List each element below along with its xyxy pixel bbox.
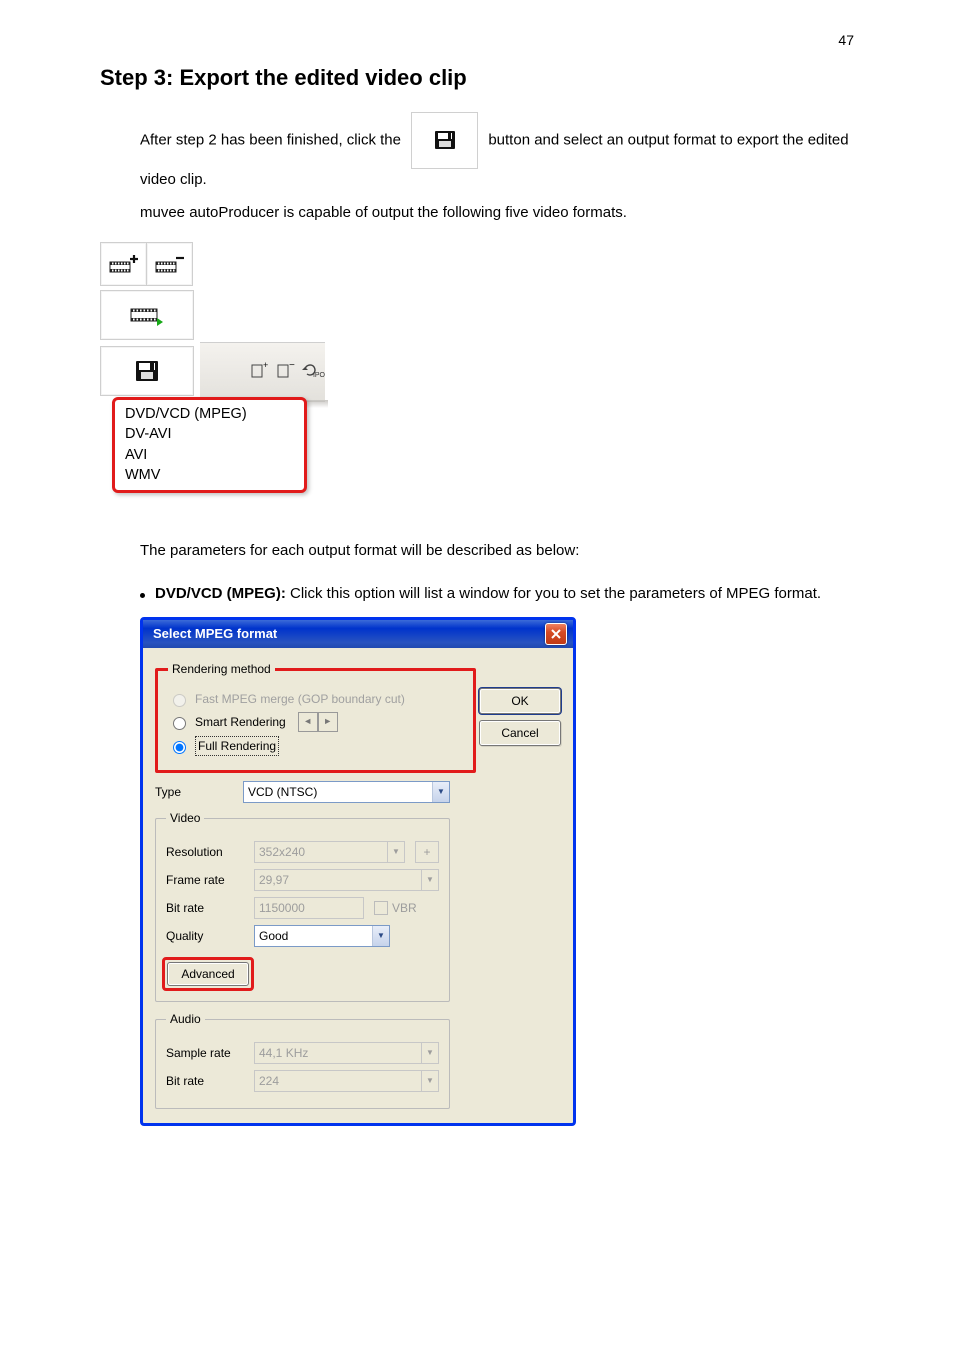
advanced-highlight: Advanced	[162, 957, 254, 991]
close-button[interactable]	[545, 623, 567, 645]
quality-value: Good	[259, 927, 288, 945]
vbr-label: VBR	[392, 899, 417, 917]
radio-full-input[interactable]	[173, 741, 186, 754]
svg-text:+: +	[263, 361, 268, 370]
framerate-value: 29,97	[259, 871, 289, 889]
menu-item-avi[interactable]: AVI	[125, 445, 294, 465]
abitrate-label: Bit rate	[166, 1072, 244, 1090]
samplerate-value: 44,1 KHz	[259, 1044, 308, 1062]
type-label: Type	[155, 783, 233, 801]
intro-paragraph: After step 2 has been finished, click th…	[140, 112, 854, 192]
radio-full-label: Full Rendering	[195, 736, 279, 756]
toolbar-background: + − IPO	[200, 342, 325, 402]
ok-button[interactable]: OK	[479, 688, 561, 714]
video-legend: Video	[166, 809, 204, 827]
quality-label: Quality	[166, 927, 244, 945]
toolbar-screenshot: + − IPO	[100, 242, 330, 522]
samplerate-label: Sample rate	[166, 1044, 244, 1062]
section-heading: Step 3: Export the edited video clip	[100, 61, 854, 94]
menu-item-mpeg[interactable]: DVD/VCD (MPEG)	[125, 404, 294, 424]
caret-icon: ▼	[387, 842, 404, 862]
menu-item-wmv[interactable]: WMV	[125, 465, 294, 485]
radio-fast-input	[173, 694, 186, 707]
arrow-right-button[interactable]: ►	[318, 712, 338, 732]
resolution-dropdown: 352x240 ▼	[254, 841, 405, 863]
radio-fast-merge: Fast MPEG merge (GOP boundary cut)	[168, 690, 463, 708]
caret-icon: ▼	[421, 1043, 438, 1063]
resolution-add-button: +	[415, 841, 439, 863]
bullet-icon	[140, 593, 145, 598]
intro-line2: muvee autoProducer is capable of output …	[140, 202, 854, 225]
vbr-checkbox	[374, 901, 388, 915]
dialog-titlebar: Select MPEG format	[143, 620, 573, 648]
bitrate-value: 1150000	[254, 897, 364, 919]
bullet-title: DVD/VCD (MPEG):	[155, 585, 286, 602]
intro-text-pre: After step 2 has been finished, click th…	[140, 131, 401, 148]
bullet-mpeg: DVD/VCD (MPEG): Click this option will l…	[140, 583, 854, 606]
quality-dropdown[interactable]: Good ▼	[254, 925, 390, 947]
advanced-button[interactable]: Advanced	[167, 962, 249, 986]
framerate-dropdown: 29,97 ▼	[254, 869, 439, 891]
bitrate-label: Bit rate	[166, 899, 244, 917]
abitrate-dropdown: 224 ▼	[254, 1070, 439, 1092]
page-number: 47	[100, 30, 854, 51]
doc-plus-icon: +	[249, 361, 269, 379]
cancel-button[interactable]: Cancel	[479, 720, 561, 746]
abitrate-value: 224	[259, 1072, 279, 1090]
outro-text: The parameters for each output format wi…	[140, 540, 854, 563]
page: 47 Step 3: Export the edited video clip …	[0, 0, 954, 1350]
audio-group: Audio Sample rate 44,1 KHz ▼ Bit rate 22…	[155, 1010, 450, 1109]
save-icon-inline	[411, 112, 478, 169]
radio-smart-input[interactable]	[173, 717, 186, 730]
resolution-value: 352x240	[259, 843, 305, 861]
radio-full[interactable]: Full Rendering	[168, 736, 463, 756]
save-button-large[interactable]	[100, 346, 194, 396]
caret-icon: ▼	[432, 782, 449, 802]
radio-smart[interactable]: Smart Rendering ◄ ►	[168, 712, 463, 732]
rendering-legend: Rendering method	[168, 660, 275, 678]
mpeg-dialog: Select MPEG format OK Cancel Rendering m…	[140, 617, 576, 1126]
caret-icon: ▼	[421, 1071, 438, 1091]
filmstrip-play-button[interactable]	[100, 290, 194, 340]
svg-text:−: −	[289, 361, 295, 371]
type-value: VCD (NTSC)	[248, 783, 317, 801]
bullet-text: Click this option will list a window for…	[290, 585, 821, 602]
caret-icon: ▼	[421, 870, 438, 890]
caret-icon: ▼	[372, 926, 389, 946]
doc-minus-icon: −	[275, 361, 295, 379]
audio-legend: Audio	[166, 1010, 205, 1028]
filmstrip-minus-button[interactable]	[146, 242, 193, 286]
menu-item-dvavi[interactable]: DV-AVI	[125, 424, 294, 444]
format-menu: DVD/VCD (MPEG) DV-AVI AVI WMV	[112, 397, 307, 493]
radio-fast-label: Fast MPEG merge (GOP boundary cut)	[195, 690, 405, 708]
rendering-group: Rendering method Fast MPEG merge (GOP bo…	[155, 660, 476, 773]
type-dropdown[interactable]: VCD (NTSC) ▼	[243, 781, 450, 803]
ipo-refresh-icon: IPO	[301, 361, 321, 379]
filmstrip-plus-button[interactable]	[100, 242, 147, 286]
framerate-label: Frame rate	[166, 871, 244, 889]
resolution-label: Resolution	[166, 843, 244, 861]
video-group: Video Resolution 352x240 ▼ + Frame rate …	[155, 809, 450, 1002]
arrow-left-button[interactable]: ◄	[298, 712, 318, 732]
radio-smart-label: Smart Rendering	[195, 713, 286, 731]
dialog-title-text: Select MPEG format	[153, 624, 277, 644]
samplerate-dropdown: 44,1 KHz ▼	[254, 1042, 439, 1064]
